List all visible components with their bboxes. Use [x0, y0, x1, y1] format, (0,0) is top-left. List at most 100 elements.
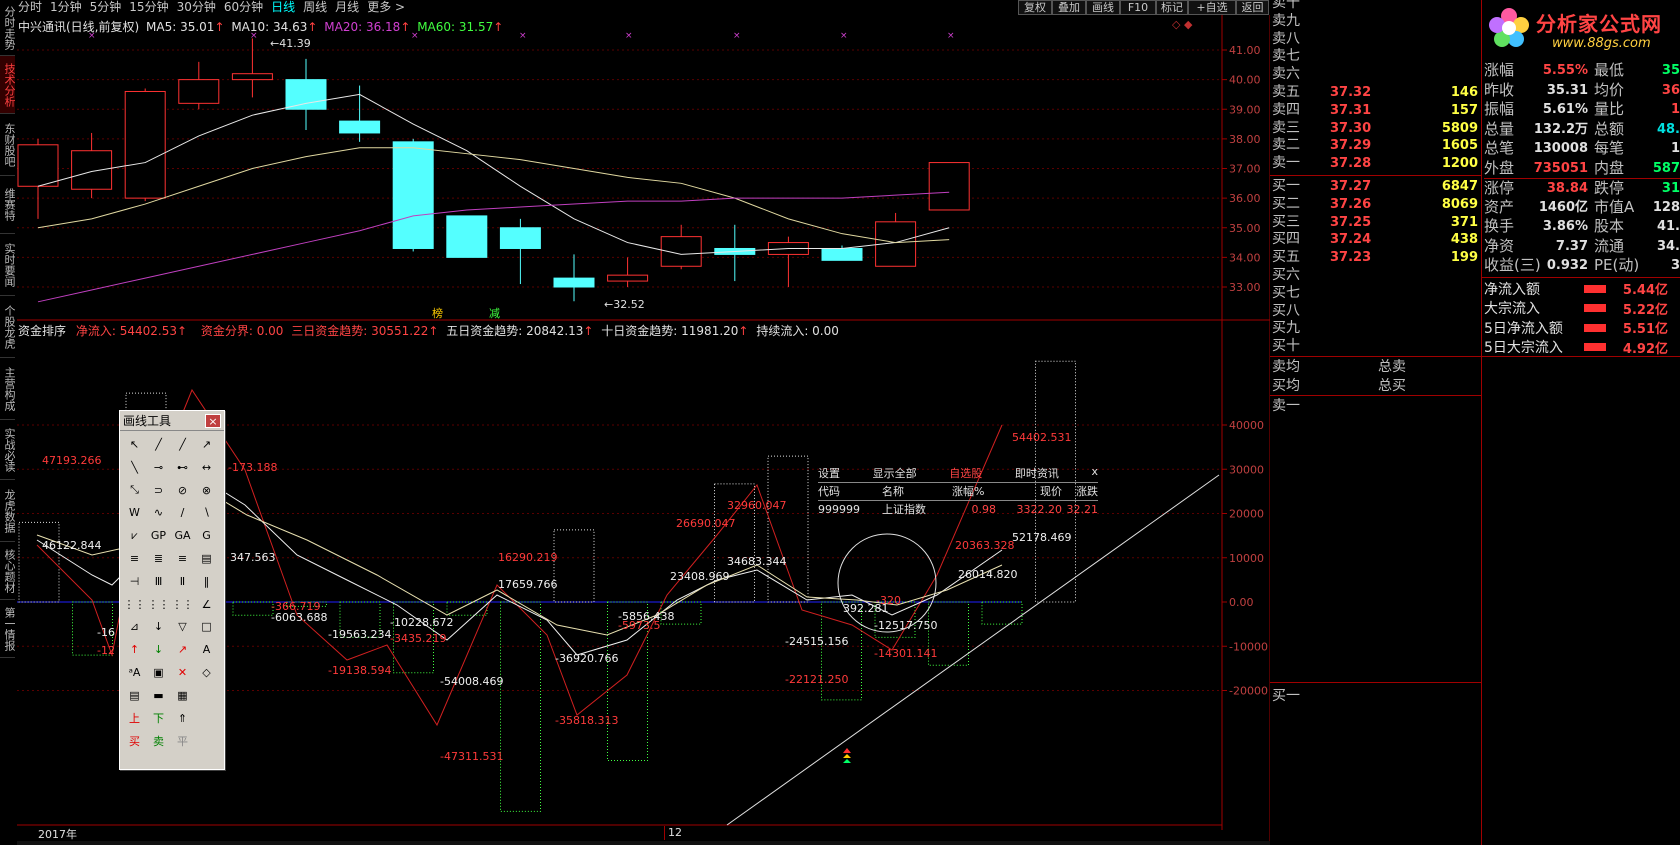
buy-level-4[interactable]: 买四 37.24 438: [1270, 231, 1482, 249]
draw-tool-18-icon[interactable]: GA: [172, 525, 193, 546]
draw-tool-19-icon[interactable]: G: [196, 525, 217, 546]
side-tab-lhb[interactable]: 个股龙虎: [0, 296, 15, 358]
side-tab-guba[interactable]: 东财股吧: [0, 114, 15, 176]
draw-tool-38-icon[interactable]: ↗: [172, 639, 193, 660]
buy-level-7[interactable]: 买七: [1270, 285, 1482, 303]
buy-level-5[interactable]: 买五 37.23 199: [1270, 249, 1482, 267]
candle[interactable]: [875, 212, 917, 267]
sell-level-7[interactable]: 卖七: [1270, 48, 1482, 66]
back-button[interactable]: 返回: [1236, 0, 1269, 15]
draw-tool-54-icon[interactable]: 平: [172, 730, 193, 751]
side-tab-news[interactable]: 实时要闻: [0, 234, 15, 296]
popup-tab-settings[interactable]: 设置: [818, 465, 840, 480]
draw-tool-1-icon[interactable]: ╱: [148, 434, 169, 455]
sell-level-10[interactable]: 卖十: [1270, 0, 1482, 13]
draw-tool-20-icon[interactable]: ≡: [124, 548, 145, 569]
period-1min[interactable]: 1分钟: [50, 0, 82, 14]
draw-tool-41-icon[interactable]: ▣: [148, 662, 169, 683]
draw-tool-22-icon[interactable]: ≡: [172, 548, 193, 569]
draw-tool-10-icon[interactable]: ⊘: [172, 480, 193, 501]
draw-toolbox[interactable]: 画线工具 × ↖ ╱ ╱ ↗ ╲ ⊸ ⊷ ↔ ⤡ ⊃ ⊘ ⊗ W ∿ ∕ ∖ ⩗ GP GA G ≡ ≣ ≡ ▤ ⊣ Ⅲ Ⅱ ‖ ⋮⋮ ⋮…: [119, 410, 225, 770]
candle[interactable]: [17, 138, 59, 219]
sell-level-4[interactable]: 卖四 37.31 157: [1270, 102, 1482, 120]
sell-level-1[interactable]: 卖一 37.28 1200: [1270, 155, 1482, 173]
draw-tool-53-icon[interactable]: 卖: [148, 730, 169, 751]
period-fenshi[interactable]: 分时: [18, 0, 42, 14]
period-monthly[interactable]: 月线: [335, 0, 359, 14]
draw-tool-26-icon[interactable]: Ⅱ: [172, 571, 193, 592]
candle[interactable]: [231, 38, 273, 98]
draw-tool-50-icon[interactable]: ⇑: [172, 708, 193, 729]
draw-tool-11-icon[interactable]: ⊗: [196, 480, 217, 501]
draw-tool-29-icon[interactable]: ⋮⋮: [148, 594, 170, 615]
draw-tool-13-icon[interactable]: ∿: [148, 502, 169, 523]
draw-tool-2-icon[interactable]: ╱: [172, 434, 193, 455]
draw-tool-46-icon[interactable]: ▦: [172, 685, 193, 706]
sell-level-5[interactable]: 卖五 37.32 146: [1270, 84, 1482, 102]
draw-tool-31-icon[interactable]: ∠: [196, 594, 217, 615]
sell-level-9[interactable]: 卖九: [1270, 13, 1482, 31]
side-tab-tech[interactable]: 技术分析: [0, 56, 15, 114]
side-tab-fenshi[interactable]: 分时走势: [0, 0, 15, 56]
candle[interactable]: [660, 224, 702, 270]
draw-tool-17-icon[interactable]: GP: [148, 525, 169, 546]
buy-level-10[interactable]: 买十: [1270, 338, 1482, 356]
draw-tool-39-icon[interactable]: A: [196, 639, 217, 660]
popup-tab-news[interactable]: 即时资讯: [1015, 465, 1059, 480]
buy-level-1[interactable]: 买一 37.27 6847: [1270, 178, 1482, 196]
candle[interactable]: [714, 224, 756, 282]
f10-button[interactable]: F10: [1120, 0, 1156, 15]
draw-tool-9-icon[interactable]: ⊃: [148, 480, 169, 501]
draw-tool-42-icon[interactable]: ✕: [172, 662, 193, 683]
draw-tool-30-icon[interactable]: ⋮⋮: [172, 594, 194, 615]
side-tab-lhdata[interactable]: 龙虎数据: [0, 480, 15, 542]
candle[interactable]: [821, 245, 863, 261]
period-5min[interactable]: 5分钟: [90, 0, 122, 14]
draw-tool-28-icon[interactable]: ⋮⋮: [124, 594, 146, 615]
popup-tab-all[interactable]: 显示全部: [873, 465, 917, 480]
side-tab-intel[interactable]: 第一情报: [0, 600, 15, 658]
buy-level-6[interactable]: 买六: [1270, 267, 1482, 285]
draw-tool-5-icon[interactable]: ⊸: [148, 457, 169, 478]
draw-tool-43-icon[interactable]: ◇: [196, 662, 217, 683]
period-30min[interactable]: 30分钟: [177, 0, 216, 14]
sell-level-6[interactable]: 卖六: [1270, 66, 1482, 84]
popup-row[interactable]: 999999 上证指数 0.98 3322.20 32.21: [818, 501, 1098, 518]
buy-level-9[interactable]: 买九: [1270, 320, 1482, 338]
user-circle[interactable]: [837, 533, 937, 633]
user-trend-line[interactable]: [726, 474, 1220, 826]
draw-tool-34-icon[interactable]: ▽: [172, 616, 193, 637]
side-tab-theme[interactable]: 核心题材: [0, 542, 15, 600]
draw-tool-25-icon[interactable]: Ⅲ: [148, 571, 169, 592]
draw-tool-15-icon[interactable]: ∖: [196, 502, 217, 523]
overlay-button[interactable]: 叠加: [1052, 0, 1086, 15]
draw-tool-8-icon[interactable]: ⤡: [124, 480, 145, 501]
draw-tool-27-icon[interactable]: ‖: [196, 571, 217, 592]
period-more[interactable]: 更多 >: [367, 0, 405, 14]
candle[interactable]: [767, 236, 809, 287]
quote-popup[interactable]: 设置 显示全部 自选股 即时资讯 x 代码 名称 涨幅% 现价 涨跌 99999…: [818, 465, 1098, 518]
draw-tool-40-icon[interactable]: ᵃA: [124, 662, 145, 683]
draw-tool-49-icon[interactable]: 下: [148, 708, 169, 729]
draw-tool-37-icon[interactable]: ↓: [148, 639, 169, 660]
add-favorite-button[interactable]: +自选: [1188, 0, 1236, 15]
period-60min[interactable]: 60分钟: [224, 0, 263, 14]
popup-close-icon[interactable]: x: [1091, 465, 1098, 480]
draw-tool-16-icon[interactable]: ⩗: [124, 525, 145, 546]
candle[interactable]: [285, 58, 327, 130]
candle[interactable]: [607, 257, 649, 287]
draw-tool-32-icon[interactable]: ⊿: [124, 616, 145, 637]
side-tab-guide[interactable]: 实战必读: [0, 420, 15, 480]
candle[interactable]: [124, 88, 166, 202]
candle[interactable]: [553, 254, 595, 302]
candle[interactable]: [71, 132, 113, 199]
mark-button[interactable]: 标记: [1156, 0, 1188, 15]
draw-tool-35-icon[interactable]: □: [196, 616, 217, 637]
buy-level-2[interactable]: 买二 37.26 8069: [1270, 196, 1482, 214]
candle[interactable]: [178, 61, 220, 110]
buy-level-8[interactable]: 买八: [1270, 303, 1482, 321]
candle[interactable]: [392, 138, 434, 252]
period-daily[interactable]: 日线: [271, 0, 295, 14]
fuquan-button[interactable]: 复权: [1018, 0, 1052, 15]
sell-level-8[interactable]: 卖八: [1270, 31, 1482, 49]
